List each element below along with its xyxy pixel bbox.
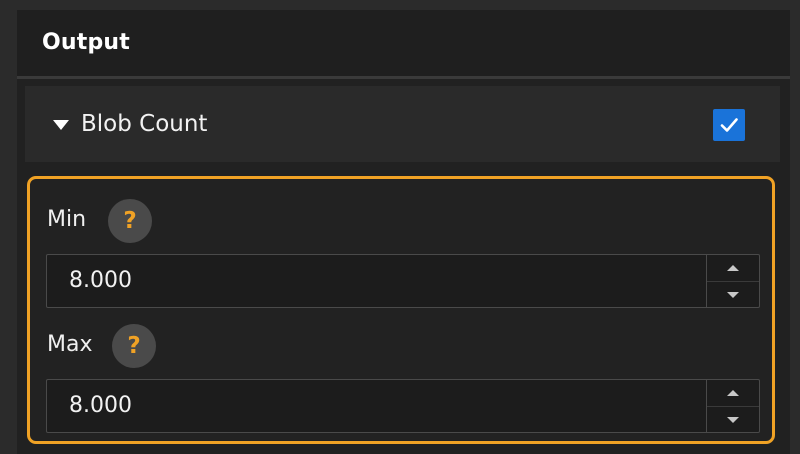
min-increment-button[interactable] [707, 255, 759, 281]
enable-checkbox[interactable] [713, 109, 745, 141]
checkmark-icon [720, 118, 738, 132]
max-input[interactable] [69, 393, 669, 418]
min-label: Min [47, 207, 87, 232]
max-decrement-button[interactable] [707, 406, 759, 433]
max-label: Max [47, 332, 93, 357]
group-title: Blob Count [81, 111, 208, 137]
max-increment-button[interactable] [707, 380, 759, 406]
blob-count-group-header[interactable]: Blob Count [25, 86, 780, 162]
chevron-down-icon [727, 292, 739, 298]
section-title: Output [42, 30, 131, 55]
chevron-down-icon [727, 417, 739, 423]
section-header: Output [17, 10, 790, 79]
min-spin-buttons [706, 255, 759, 307]
min-spinbox[interactable] [46, 254, 760, 308]
question-icon[interactable]: ? [112, 324, 156, 368]
output-panel: Output Blob Count Min ? Max ? [17, 10, 790, 454]
max-spin-buttons [706, 380, 759, 432]
min-decrement-button[interactable] [707, 281, 759, 308]
chevron-up-icon [727, 265, 739, 271]
caret-down-icon[interactable] [53, 120, 69, 130]
min-input[interactable] [69, 268, 669, 293]
blob-count-settings: Min ? Max ? [27, 176, 775, 444]
question-icon[interactable]: ? [108, 199, 152, 243]
max-spinbox[interactable] [46, 379, 760, 433]
chevron-up-icon [727, 390, 739, 396]
